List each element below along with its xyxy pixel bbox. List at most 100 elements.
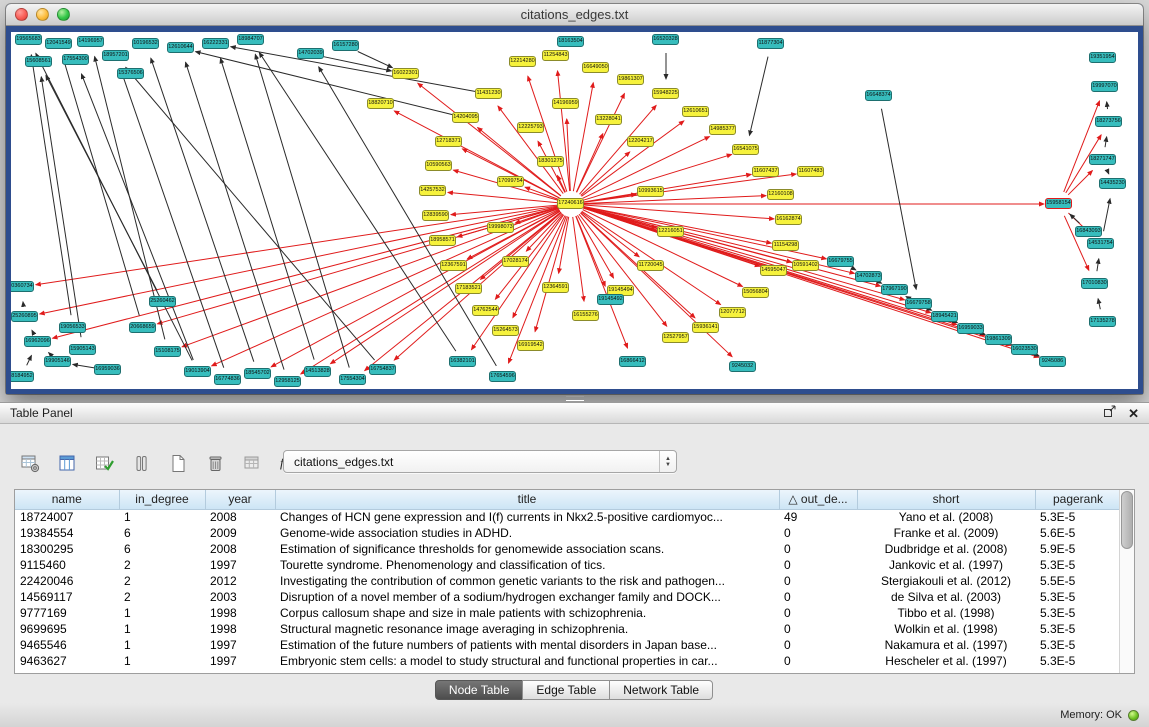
graph-node[interactable]: 14702873 [855,271,882,282]
graph-edge[interactable] [581,152,630,195]
graph-node[interactable]: 16679755 [827,256,854,267]
graph-edge[interactable] [126,67,375,360]
graph-node[interactable]: 14702039 [297,48,324,59]
graph-node[interactable]: 16162874 [775,214,802,225]
graph-node[interactable]: 15264573 [492,325,519,336]
graph-node[interactable]: 19351954 [1089,52,1116,63]
graph-node[interactable]: 11607483 [797,166,824,177]
column-header-in_degree[interactable]: in_degree [119,490,205,509]
graph-node[interactable]: 19998073 [487,222,514,233]
graph-edge[interactable] [73,364,95,368]
graph-node[interactable]: 18958571 [429,235,456,246]
graph-node[interactable]: 14435230 [1099,178,1126,189]
graph-node[interactable]: 18957201 [102,50,129,61]
graph-node[interactable]: 16919542 [517,340,544,351]
column-header-out_de[interactable]: △ out_de... [779,490,857,509]
graph-node[interactable]: 19905146 [44,356,71,367]
graph-node[interactable]: 10196532 [132,38,159,49]
graph-node[interactable]: 19861309 [985,334,1012,345]
show-columns-icon[interactable] [55,451,79,475]
graph-node[interactable]: 14985377 [709,124,736,135]
graph-edge[interactable] [749,57,768,136]
graph-edge[interactable] [448,192,558,202]
graph-edge[interactable] [1064,216,1089,270]
graph-edge[interactable] [584,207,881,286]
graph-node[interactable]: 17010830 [1081,278,1108,289]
graph-node[interactable]: 16843093 [1075,226,1102,237]
graph-node[interactable]: 17654596 [489,371,516,382]
graph-node[interactable]: 25260895 [11,311,38,322]
graph-node[interactable]: 9245032 [729,361,756,372]
graph-node[interactable]: 16679758 [905,298,932,309]
graph-node[interactable]: 19997070 [1091,81,1118,92]
graph-node[interactable]: 16774836 [214,374,241,385]
table-row[interactable]: 977716911998Corpus callosum shape and si… [15,605,1121,621]
graph-node[interactable]: 18301275 [537,156,564,167]
graph-node[interactable]: 19565683 [15,34,42,45]
panel-splitter[interactable] [0,395,1149,402]
graph-edge[interactable] [852,268,855,270]
graph-node[interactable]: 12364591 [542,282,569,293]
graph-node[interactable]: 16959033 [957,323,984,334]
graph-edge[interactable] [881,109,916,290]
graph-node[interactable]: 11254843 [542,50,569,61]
graph-node[interactable]: 12204217 [627,136,654,147]
graph-edge[interactable] [259,53,456,352]
graph-node[interactable]: 9245086 [1039,356,1066,367]
graph-node[interactable]: 14257532 [419,185,446,196]
graph-edge[interactable] [584,196,766,204]
graph-node[interactable]: 12367591 [440,260,467,271]
column-header-title[interactable]: title [275,490,779,509]
table-settings-icon[interactable] [18,451,42,475]
close-panel-icon[interactable]: ✕ [1128,407,1139,420]
graph-node[interactable]: 20360734 [11,281,34,292]
row-selector-icon[interactable] [129,451,153,475]
graph-node[interactable]: 12610644 [167,42,194,53]
float-panel-icon[interactable] [1103,405,1116,421]
table-row[interactable]: 911546021997Tourette syndrome. Phenomeno… [15,557,1121,573]
graph-node[interactable]: 17240616 [557,198,584,209]
graph-edge[interactable] [576,216,628,348]
table-row[interactable]: 1872400712008Changes of HCN gene express… [15,509,1121,525]
table-row[interactable]: 1456911722003Disruption of a novel membe… [15,589,1121,605]
graph-node[interactable]: 16520328 [652,34,679,45]
table-row[interactable]: 1938455462009Genome-wide association stu… [15,525,1121,541]
graph-node[interactable]: 17967190 [881,284,908,295]
graph-edge[interactable] [63,58,139,315]
graph-node[interactable]: 17099754 [497,176,524,187]
graph-edge[interactable] [53,207,559,338]
delete-table-icon[interactable] [203,451,227,475]
graph-edge[interactable] [196,52,454,115]
close-window-button[interactable] [15,8,28,21]
graph-node[interactable]: 16962096 [24,336,51,347]
graph-node[interactable]: 11607437 [752,166,779,177]
graph-edge[interactable] [535,217,567,332]
graph-edge[interactable] [1108,172,1109,174]
table-row[interactable]: 946362711997Embryonic stem cells: a mode… [15,653,1121,669]
graph-node[interactable]: 17028174 [502,256,529,267]
graph-node[interactable]: 11877304 [757,38,784,49]
graph-edge[interactable] [1070,214,1080,223]
graph-node[interactable]: 15936141 [692,322,719,333]
graph-node[interactable]: 15056804 [742,287,769,298]
graph-edge[interactable] [27,355,32,365]
graph-node[interactable]: 17183521 [455,283,482,294]
graph-node[interactable]: 19861307 [617,74,644,85]
graph-node[interactable]: 16649050 [582,62,609,73]
graph-edge[interactable] [1104,199,1111,232]
graph-node[interactable]: 12077712 [719,307,746,318]
graph-node[interactable]: 14531754 [1087,238,1114,249]
graph-node[interactable]: 15376506 [117,68,144,79]
minimize-window-button[interactable] [36,8,49,21]
table-row[interactable]: 969969511998Structural magnetic resonanc… [15,621,1121,637]
graph-edge[interactable] [220,58,314,359]
graph-node[interactable]: 15948225 [652,88,679,99]
edit-table-icon[interactable] [92,451,116,475]
graph-node[interactable]: 20668659 [129,322,156,333]
graph-node[interactable]: 13228041 [595,114,622,125]
graph-node[interactable]: 18271747 [1089,154,1116,165]
graph-node[interactable]: 10993615 [637,186,664,197]
table-row[interactable]: 1830029562008Estimation of significance … [15,541,1121,557]
import-table-icon[interactable] [240,451,264,475]
graph-edge[interactable] [1105,137,1107,147]
